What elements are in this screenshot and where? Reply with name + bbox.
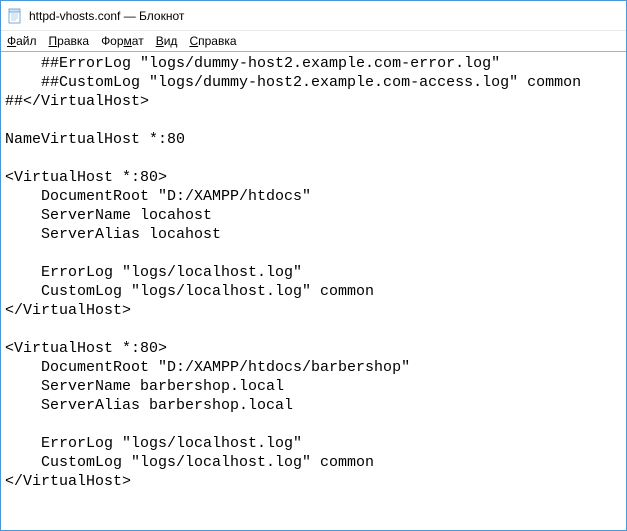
- menu-help[interactable]: Справка: [189, 34, 236, 48]
- menu-format[interactable]: Формат: [101, 34, 144, 48]
- menu-view[interactable]: Вид: [156, 34, 178, 48]
- menubar: Файл Правка Формат Вид Справка: [1, 31, 626, 52]
- titlebar: httpd-vhosts.conf — Блокнот: [1, 1, 626, 31]
- window-title: httpd-vhosts.conf — Блокнот: [29, 9, 184, 23]
- text-editor[interactable]: ##ErrorLog "logs/dummy-host2.example.com…: [1, 52, 626, 530]
- menu-file[interactable]: Файл: [7, 34, 37, 48]
- menu-edit[interactable]: Правка: [49, 34, 90, 48]
- notepad-icon: [7, 8, 23, 24]
